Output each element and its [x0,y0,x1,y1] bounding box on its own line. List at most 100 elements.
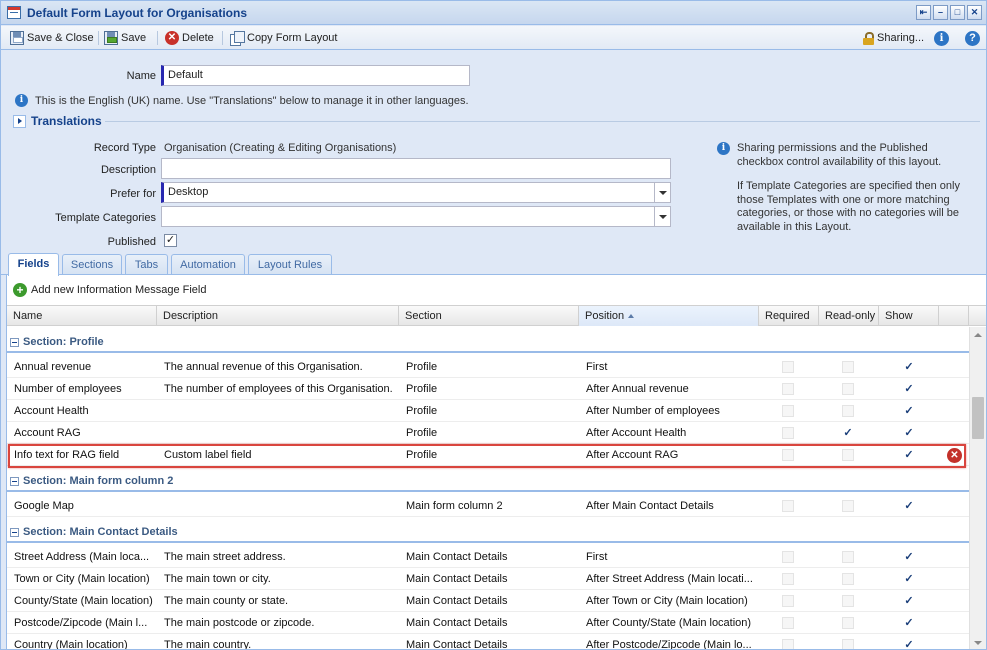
toolbar-separator [98,31,99,45]
scroll-up-icon[interactable] [974,333,982,337]
section-group-header[interactable]: Section: Main Contact Details [7,517,969,545]
show-checkbox[interactable]: ✓ [903,427,915,439]
table-row[interactable]: Town or City (Main location) The main tow… [7,568,969,590]
show-checkbox[interactable]: ✓ [903,383,915,395]
required-checkbox[interactable] [782,405,794,417]
template-categories-select[interactable] [161,206,671,227]
read-only-checkbox[interactable] [842,595,854,607]
required-checkbox[interactable] [782,595,794,607]
read-only-checkbox[interactable] [842,500,854,512]
required-checkbox[interactable] [782,449,794,461]
required-checkbox[interactable] [782,573,794,585]
table-row[interactable]: Annual revenue The annual revenue of this… [7,356,969,378]
read-only-checkbox[interactable]: ✓ [842,427,854,439]
record-type-label: Record Type [93,142,156,154]
name-field[interactable]: Default [161,65,470,86]
read-only-checkbox[interactable] [842,639,854,649]
tab-fields[interactable]: Fields [8,253,59,276]
show-checkbox[interactable]: ✓ [903,361,915,373]
description-field[interactable] [161,158,671,179]
table-row[interactable]: Google Map Main form column 2 After Main C… [7,495,969,517]
cell-name: Info text for RAG field [14,449,120,461]
collapse-icon[interactable] [10,476,19,486]
show-checkbox[interactable]: ✓ [903,449,915,461]
prefer-for-select[interactable]: Desktop [161,182,671,203]
chevron-down-icon[interactable] [654,207,670,226]
info-icon: i [934,30,949,46]
table-row[interactable]: Info text for RAG field Custom label fiel… [7,444,969,466]
translations-toggle[interactable]: Translations [13,114,102,128]
read-only-checkbox[interactable] [842,449,854,461]
read-only-checkbox[interactable] [842,573,854,585]
table-row[interactable]: Country (Main location) The main country.… [7,634,969,650]
show-checkbox[interactable]: ✓ [903,551,915,563]
delete-button[interactable]: ✕ Delete [165,30,214,46]
tab-sections[interactable]: Sections [62,254,122,276]
cell-name: Account Health [14,405,89,417]
column-header-show[interactable]: Show [879,306,939,326]
info-button[interactable]: i [934,30,949,46]
section-group-header[interactable]: Section: Main form column 2 [7,466,969,494]
tab-automation[interactable]: Automation [171,254,245,276]
help-button[interactable]: ? [965,30,980,46]
cell-description: The main town or city. [164,573,271,585]
table-row[interactable]: Account RAG Profile After Account Health ✓ ✓ [7,422,969,444]
read-only-checkbox[interactable] [842,361,854,373]
cell-name: Number of employees [14,383,122,395]
close-icon[interactable]: ✕ [967,5,982,20]
scroll-down-icon[interactable] [974,641,982,645]
required-checkbox[interactable] [782,551,794,563]
cell-description [157,495,399,517]
read-only-checkbox[interactable] [842,551,854,563]
required-checkbox[interactable] [782,617,794,629]
column-header-section[interactable]: Section [399,306,579,326]
required-checkbox[interactable] [782,361,794,373]
minimize-icon[interactable]: – [933,5,948,20]
table-row[interactable]: County/State (Main location) The main cou… [7,590,969,612]
chevron-down-icon[interactable] [654,183,670,202]
required-checkbox[interactable] [782,639,794,649]
table-row[interactable]: Postcode/Zipcode (Main l... The main post… [7,612,969,634]
table-row[interactable]: Account Health Profile After Number of emp… [7,400,969,422]
column-header-read-only[interactable]: Read-only [819,306,879,326]
column-header-position[interactable]: Position [579,306,759,326]
maximize-icon[interactable]: □ [950,5,965,20]
grid-scrollbar[interactable] [969,327,986,649]
read-only-checkbox[interactable] [842,617,854,629]
pin-icon[interactable]: ⇤ [916,5,931,20]
show-checkbox[interactable]: ✓ [903,639,915,650]
collapse-icon[interactable] [10,337,19,347]
tab-tabs[interactable]: Tabs [125,254,168,276]
published-checkbox[interactable]: ✓ [164,234,177,247]
table-row[interactable]: Number of employees The number of employe… [7,378,969,400]
show-checkbox[interactable]: ✓ [903,617,915,629]
cell-description: Custom label field [164,449,252,461]
read-only-checkbox[interactable] [842,383,854,395]
required-checkbox[interactable] [782,383,794,395]
tab-layout-rules[interactable]: Layout Rules [248,254,332,276]
copy-form-layout-button[interactable]: Copy Form Layout [230,30,337,46]
column-header-name[interactable]: Name [7,306,157,326]
save-close-button[interactable]: Save & Close [10,30,94,46]
collapse-icon[interactable] [10,527,19,537]
cell-section: Profile [406,427,438,439]
sharing-button[interactable]: Sharing... [863,30,924,46]
show-checkbox[interactable]: ✓ [903,595,915,607]
column-header-description[interactable]: Description [157,306,399,326]
show-checkbox[interactable]: ✓ [903,500,915,512]
read-only-checkbox[interactable] [842,405,854,417]
show-checkbox[interactable]: ✓ [903,573,915,585]
required-checkbox[interactable] [782,500,794,512]
window-title: Default Form Layout for Organisations [27,6,248,20]
column-header-required[interactable]: Required [759,306,819,326]
table-row[interactable]: Street Address (Main loca... The main str… [7,546,969,568]
show-checkbox[interactable]: ✓ [903,405,915,417]
add-info-message-field-button[interactable]: + Add new Information Message Field [13,283,206,297]
section-group-header[interactable]: Section: Profile [7,327,969,355]
remove-row-icon[interactable]: ✕ [947,448,962,463]
scroll-thumb[interactable] [972,397,984,439]
add-info-message-field-label: Add new Information Message Field [31,284,207,296]
required-checkbox[interactable] [782,427,794,439]
prefer-for-value: Desktop [168,186,209,198]
save-button[interactable]: Save [104,30,146,46]
